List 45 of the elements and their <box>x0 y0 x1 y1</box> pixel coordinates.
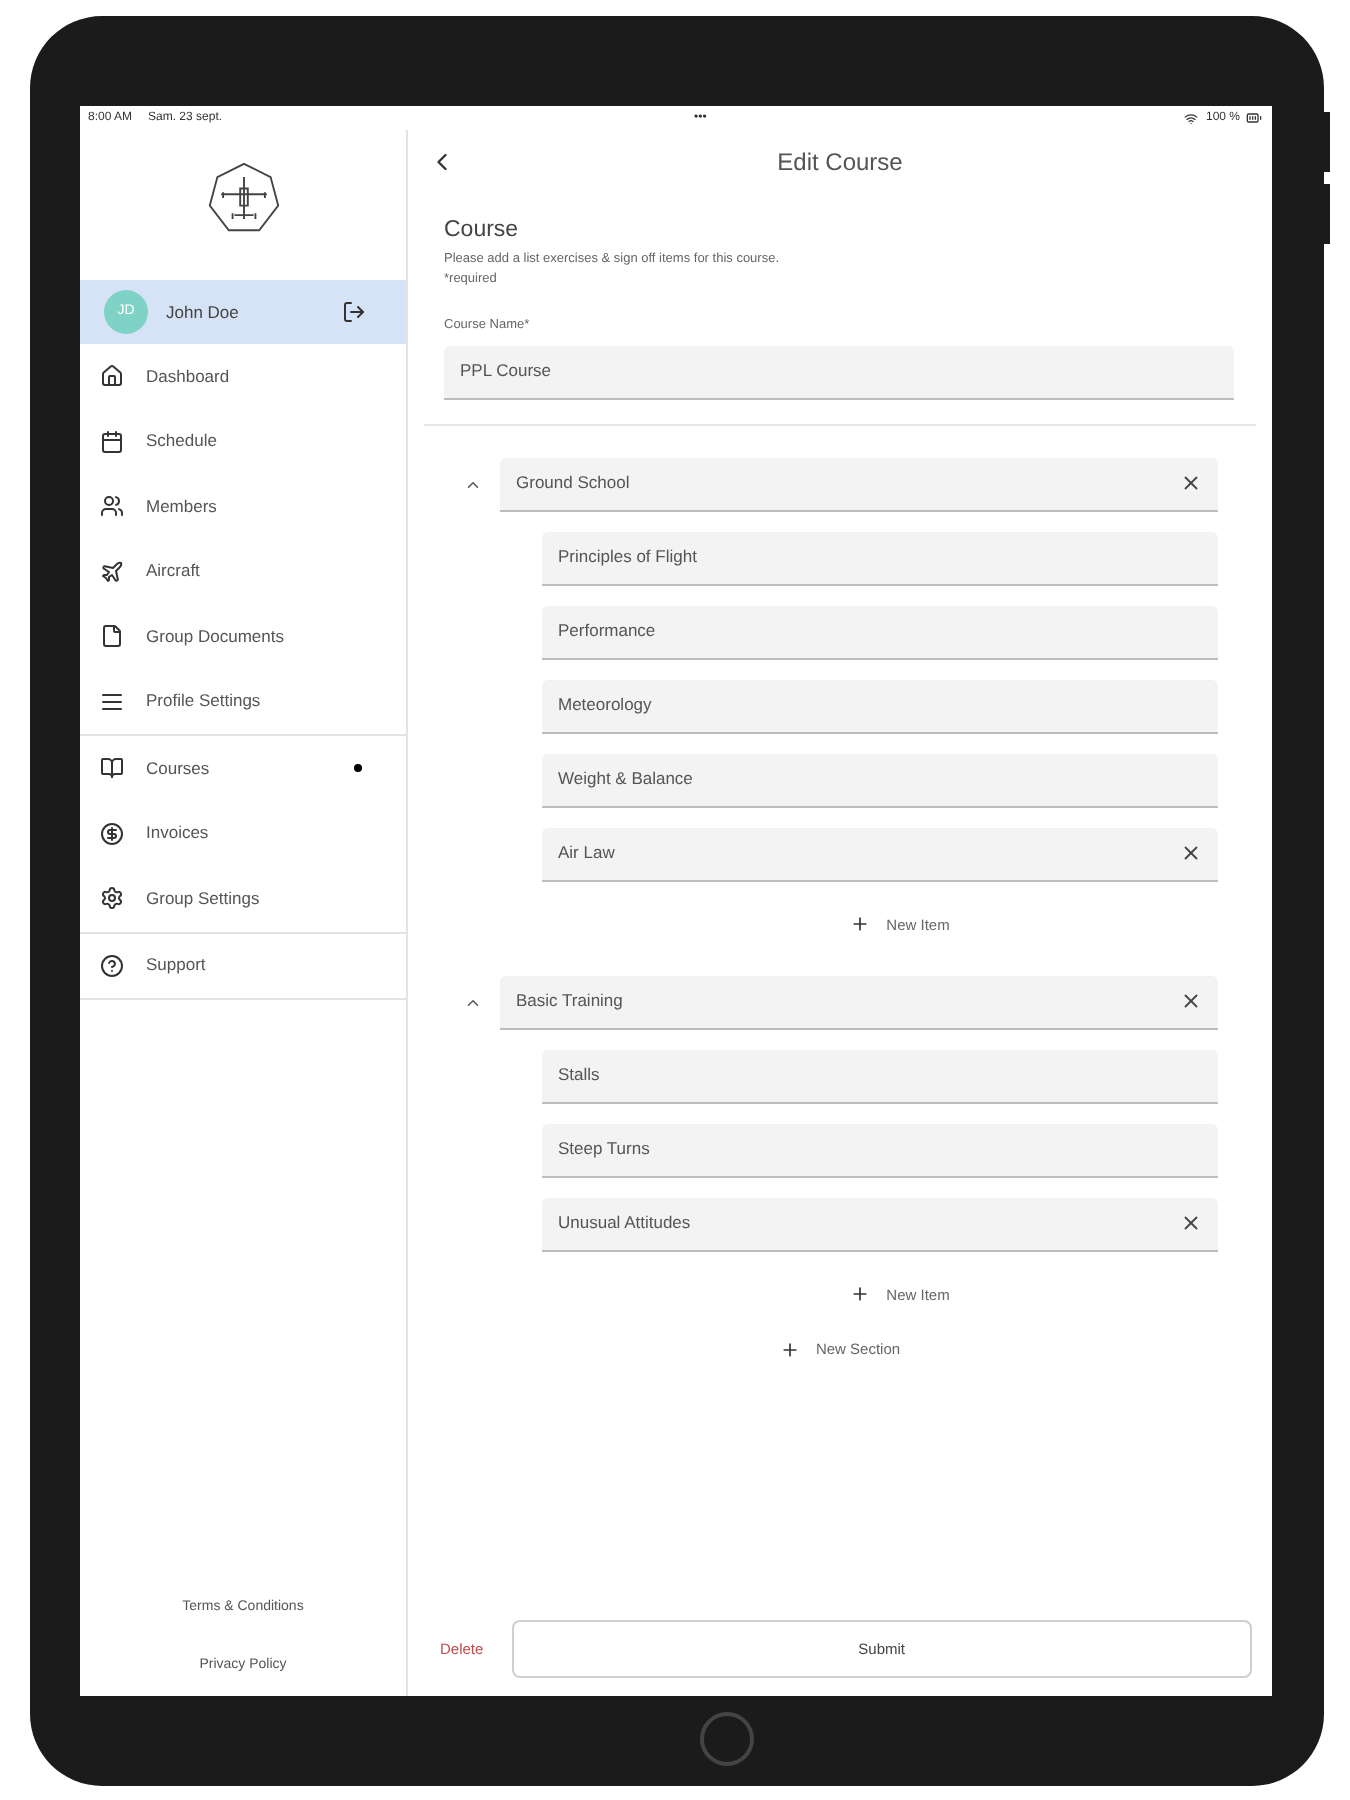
wifi-icon <box>1183 111 1198 125</box>
document-icon <box>100 624 124 649</box>
settings-icon <box>100 886 124 911</box>
item-field[interactable]: Performance <box>542 605 1218 659</box>
nav-item[interactable]: Invoices <box>80 801 406 866</box>
course-name-field[interactable]: PPL Course <box>444 345 1234 399</box>
book-icon <box>100 756 124 781</box>
plus-icon <box>850 914 871 935</box>
nav-item[interactable]: Members <box>80 474 406 539</box>
close-icon[interactable] <box>1180 1212 1202 1235</box>
user-name: John Doe <box>166 299 239 325</box>
users-icon <box>100 494 124 519</box>
nav-item[interactable]: Group Settings <box>80 866 406 931</box>
dollar-icon <box>100 821 124 846</box>
plus-icon <box>850 1284 871 1305</box>
logo-icon <box>205 160 281 236</box>
nav-item[interactable]: Group Documents <box>80 604 406 669</box>
nav-item[interactable]: Support <box>80 933 406 998</box>
plus-icon <box>779 1339 800 1360</box>
item-field[interactable]: Stalls <box>542 1049 1218 1104</box>
logout-icon[interactable] <box>342 300 366 324</box>
house-icon <box>100 364 124 389</box>
item-field[interactable]: Weight & Balance <box>542 753 1218 807</box>
item-field[interactable]: Air Law <box>542 827 1218 881</box>
close-icon[interactable] <box>1180 990 1202 1013</box>
page-title: Edit Course <box>777 146 903 180</box>
item-field[interactable]: Meteorology <box>542 679 1218 733</box>
airplane-icon <box>100 559 124 584</box>
help-icon <box>100 953 124 978</box>
battery-icon <box>1244 110 1264 126</box>
nav-item[interactable]: Courses <box>80 736 406 801</box>
nav-item[interactable]: Dashboard <box>80 344 406 409</box>
nav-item[interactable]: Profile Settings <box>80 669 406 734</box>
section-name-field[interactable]: Basic Training <box>500 975 1218 1030</box>
section-name-field[interactable]: Ground School <box>500 457 1218 511</box>
item-field[interactable]: Principles of Flight <box>542 531 1218 585</box>
calendar-icon <box>100 429 124 454</box>
close-icon[interactable] <box>1180 842 1202 864</box>
item-field[interactable]: Steep Turns <box>542 1123 1218 1178</box>
lines-icon <box>100 689 124 714</box>
item-field[interactable]: Unusual Attitudes <box>542 1197 1218 1252</box>
close-icon[interactable] <box>1180 472 1202 494</box>
nav-item[interactable]: Aircraft <box>80 539 406 604</box>
nav-item[interactable]: Schedule <box>80 409 406 474</box>
section-title: Course <box>444 216 521 246</box>
